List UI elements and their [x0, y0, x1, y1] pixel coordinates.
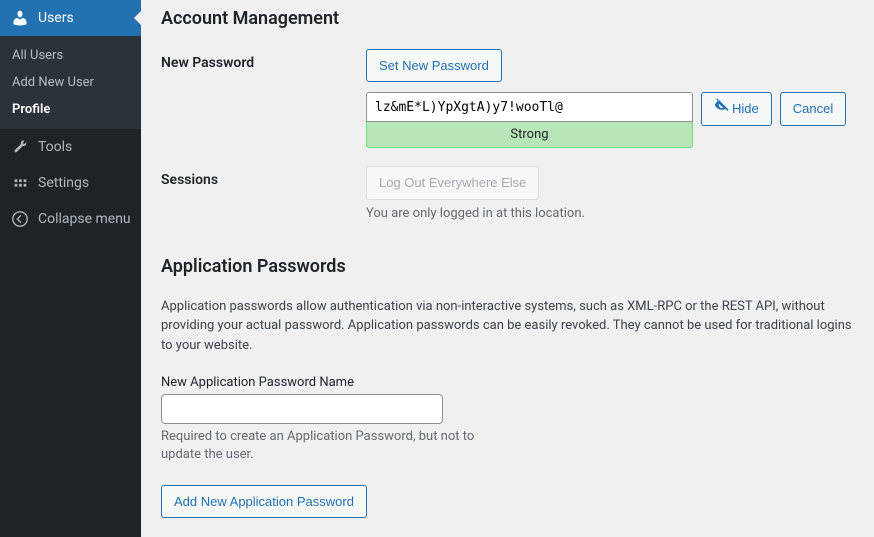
sidebar-item-label: Collapse menu	[38, 211, 131, 227]
sidebar-submenu-users: All Users Add New User Profile	[0, 36, 141, 129]
application-passwords-heading: Application Passwords	[161, 256, 854, 277]
sessions-label: Sessions	[161, 166, 366, 188]
add-application-password-button[interactable]: Add New Application Password	[161, 485, 367, 518]
sidebar-item-users[interactable]: Users	[0, 0, 141, 36]
hide-button-label: Hide	[732, 97, 759, 120]
collapse-icon	[10, 209, 30, 229]
password-strength-indicator: Strong	[366, 122, 693, 148]
sidebar-item-collapse[interactable]: Collapse menu	[0, 201, 141, 237]
settings-icon	[10, 173, 30, 193]
set-new-password-button[interactable]: Set New Password	[366, 49, 502, 82]
new-password-label: New Password	[161, 49, 366, 71]
app-password-name-input[interactable]	[161, 394, 443, 424]
logout-everywhere-button[interactable]: Log Out Everywhere Else	[366, 166, 539, 199]
app-password-name-helper: Required to create an Application Passwo…	[161, 428, 481, 464]
eye-slash-icon	[714, 97, 730, 120]
sidebar-item-label: Settings	[38, 175, 89, 191]
new-password-row: New Password Set New Password Strong Hid…	[161, 49, 854, 148]
main-content: Account Management New Password Set New …	[141, 0, 874, 537]
admin-sidebar: Users All Users Add New User Profile Too…	[0, 0, 141, 537]
password-input[interactable]	[366, 92, 693, 122]
sidebar-item-label: Users	[38, 10, 74, 26]
sessions-description: You are only logged in at this location.	[366, 206, 854, 221]
account-management-heading: Account Management	[161, 8, 854, 29]
app-password-name-label: New Application Password Name	[161, 375, 854, 390]
sidebar-item-settings[interactable]: Settings	[0, 165, 141, 201]
sidebar-sub-all-users[interactable]: All Users	[0, 42, 141, 69]
tools-icon	[10, 137, 30, 157]
sidebar-item-tools[interactable]: Tools	[0, 129, 141, 165]
sessions-row: Sessions Log Out Everywhere Else You are…	[161, 166, 854, 220]
sidebar-item-label: Tools	[38, 139, 72, 155]
cancel-password-button[interactable]: Cancel	[780, 92, 846, 125]
sidebar-sub-profile[interactable]: Profile	[0, 96, 141, 123]
users-icon	[10, 8, 30, 28]
application-passwords-description: Application passwords allow authenticati…	[161, 297, 854, 356]
sidebar-sub-add-new-user[interactable]: Add New User	[0, 69, 141, 96]
hide-password-button[interactable]: Hide	[701, 92, 772, 125]
